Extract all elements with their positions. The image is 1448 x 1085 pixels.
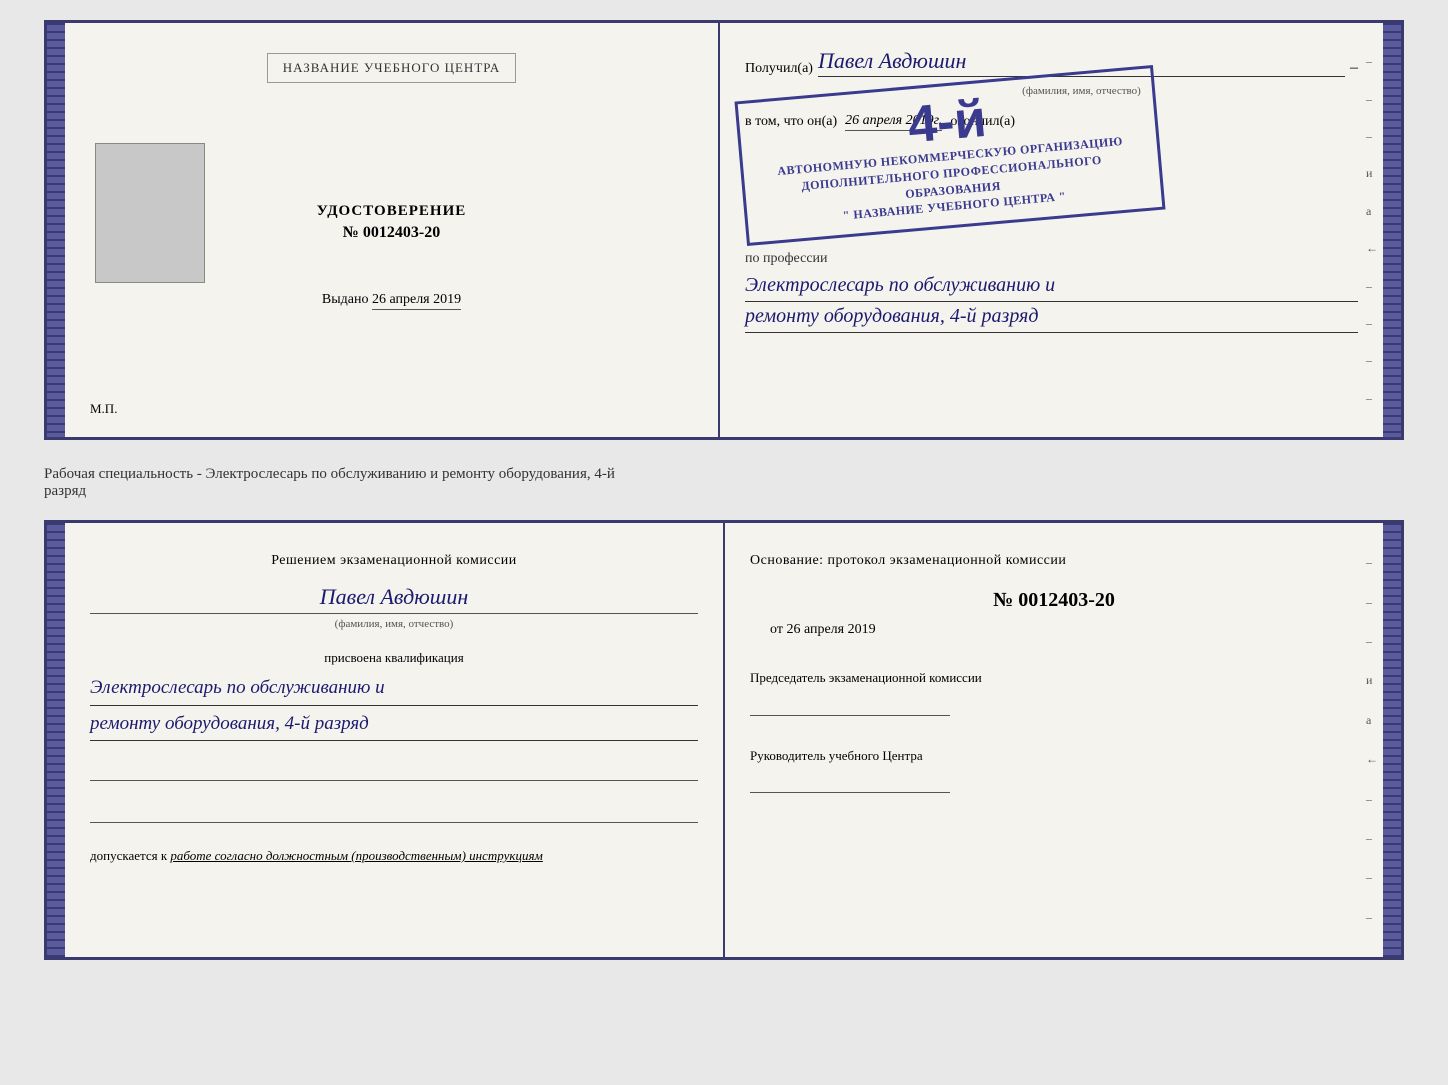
date-value: 26 апреля 2019 xyxy=(786,622,875,637)
bottom-right-page: Основание: протокол экзаменационной коми… xyxy=(725,523,1383,957)
document-bottom: Решением экзаменационной комиссии Павел … xyxy=(44,520,1404,960)
stamp-line2: ДОПОЛНИТЕЛЬНОГО ПРОФЕССИОНАЛЬНОГО ОБРАЗО… xyxy=(760,148,1145,215)
head-block: Руководитель учебного Центра xyxy=(750,746,1358,794)
received-dash: – xyxy=(1350,59,1358,77)
mp-label: М.П. xyxy=(90,401,117,417)
photo-placeholder xyxy=(95,143,205,283)
vtom-prefix: в том, что он(а) xyxy=(745,114,837,130)
profession-value2: ремонту оборудования, 4-й разряд xyxy=(745,302,1358,333)
specialty-line: Рабочая специальность - Электрослесарь п… xyxy=(44,458,1404,502)
profession-block: по профессии Электрослесарь по обслужива… xyxy=(745,251,1358,333)
received-line: Получил(а) Павел Авдюшин – xyxy=(745,48,1358,77)
document-top: НАЗВАНИЕ УЧЕБНОГО ЦЕНТРА УДОСТОВЕРЕНИЕ №… xyxy=(44,20,1404,440)
left-page-top: НАЗВАНИЕ УЧЕБНОГО ЦЕНТРА УДОСТОВЕРЕНИЕ №… xyxy=(65,23,720,437)
specialty-text2: разряд xyxy=(44,483,86,499)
profession-value1: Электрослесарь по обслуживанию и xyxy=(745,271,1358,302)
page-wrapper: НАЗВАНИЕ УЧЕБНОГО ЦЕНТРА УДОСТОВЕРЕНИЕ №… xyxy=(20,20,1428,960)
protocol-number: № 0012403-20 xyxy=(750,589,1358,612)
fio-subtitle-top: (фамилия, имя, отчество) xyxy=(745,85,1358,97)
right-dashes-bottom: – – – и а ← – – – – xyxy=(1366,523,1378,957)
qualification-line2: ремонту оборудования, 4-й разряд xyxy=(90,710,698,742)
cert-type: УДОСТОВЕРЕНИЕ xyxy=(317,203,467,220)
specialty-text: Рабочая специальность - Электрослесарь п… xyxy=(44,466,615,482)
date-prefix: от xyxy=(770,622,783,637)
qualification-line1: Электрослесарь по обслуживанию и xyxy=(90,674,698,706)
person-name-bottom: Павел Авдюшин xyxy=(90,584,698,614)
stamp-line1: АВТОНОМНУЮ НЕКОММЕРЧЕСКУЮ ОРГАНИЗАЦИЮ xyxy=(758,131,1142,181)
fio-subtitle-bottom: (фамилия, имя, отчество) xyxy=(90,618,698,630)
profession-label: по профессии xyxy=(745,251,1358,267)
допускается-block: допускается к работе согласно должностны… xyxy=(90,848,698,864)
commission-title: Решением экзаменационной комиссии xyxy=(90,553,698,569)
received-prefix: Получил(а) xyxy=(745,61,813,77)
spine-right-top xyxy=(1383,23,1401,437)
right-page-top: Получил(а) Павел Авдюшин – (фамилия, имя… xyxy=(720,23,1383,437)
chairman-label: Председатель экзаменационной комиссии xyxy=(750,668,1358,688)
vtom-suffix: окончил(а) xyxy=(950,114,1015,130)
received-name: Павел Авдюшин xyxy=(818,48,1345,77)
cert-issued: Выдано 26 апреля 2019 xyxy=(322,292,461,308)
stamp-line3: " НАЗВАНИЕ УЧЕБНОГО ЦЕНТРА " xyxy=(762,181,1146,231)
cert-number: № 0012403-20 xyxy=(317,224,467,242)
issued-date: 26 апреля 2019 xyxy=(372,292,461,310)
underline-1 xyxy=(90,761,698,781)
issued-label: Выдано xyxy=(322,292,369,307)
bottom-left-page: Решением экзаменационной комиссии Павел … xyxy=(65,523,725,957)
cert-title-block: НАЗВАНИЕ УЧЕБНОГО ЦЕНТРА xyxy=(267,53,516,83)
vtom-date: 26 апреля 2019г. xyxy=(845,113,942,131)
center-label: НАЗВАНИЕ УЧЕБНОГО ЦЕНТРА xyxy=(267,53,516,83)
vtom-line: в том, что он(а) 26 апреля 2019г. окончи… xyxy=(745,113,1358,131)
head-label: Руководитель учебного Центра xyxy=(750,746,1358,766)
spine-left xyxy=(47,23,65,437)
head-signature-line xyxy=(750,773,950,793)
right-dashes-top: – – – и а ← – – – – xyxy=(1366,23,1378,437)
допускается-text: работе согласно должностным (производств… xyxy=(170,848,542,863)
chairman-block: Председатель экзаменационной комиссии xyxy=(750,668,1358,716)
cert-udost-block: УДОСТОВЕРЕНИЕ № 0012403-20 xyxy=(317,203,467,242)
osnov-title: Основание: протокол экзаменационной коми… xyxy=(750,553,1358,569)
chairman-signature-line xyxy=(750,696,950,716)
assigned-label: присвоена квалификация xyxy=(90,650,698,666)
допускается-prefix: допускается к xyxy=(90,848,167,863)
spine-left-bottom xyxy=(47,523,65,957)
extra-lines xyxy=(90,761,698,823)
spine-right-bottom xyxy=(1383,523,1401,957)
protocol-date: от 26 апреля 2019 xyxy=(770,622,1358,638)
underline-2 xyxy=(90,803,698,823)
